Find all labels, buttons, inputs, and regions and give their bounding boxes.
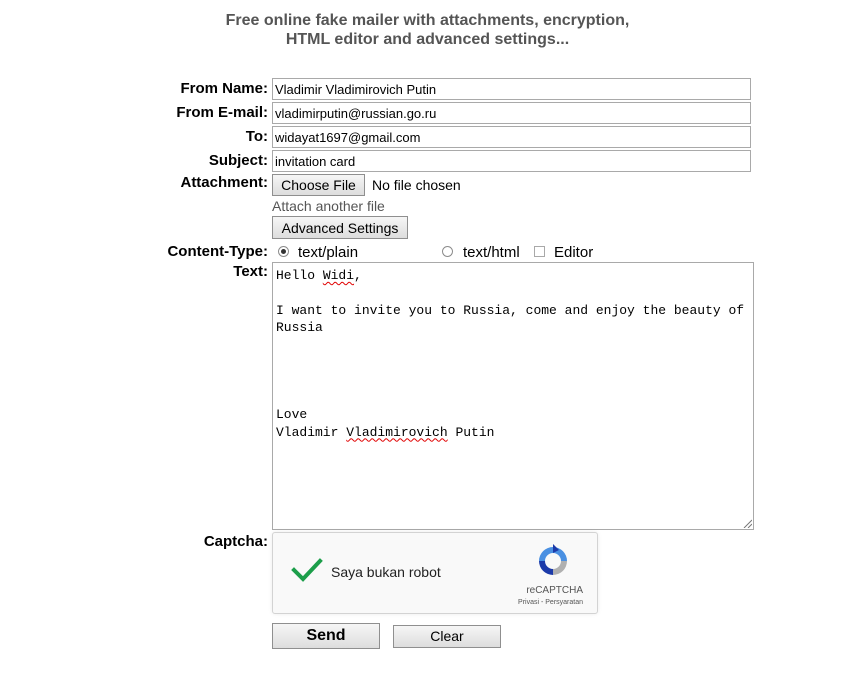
page-header: Free online fake mailer with attachments… bbox=[0, 11, 855, 49]
greeting-suffix: , bbox=[354, 268, 362, 283]
content-type-html-label: text/html bbox=[463, 244, 520, 261]
content-type-plain-radio[interactable] bbox=[278, 246, 289, 257]
attach-another-file-link[interactable]: Attach another file bbox=[272, 198, 385, 214]
to-label: To: bbox=[245, 128, 268, 145]
checkmark-icon[interactable] bbox=[291, 557, 323, 583]
from-name-label: From Name: bbox=[180, 80, 268, 97]
signature-middle: Vladimirovich bbox=[346, 424, 448, 440]
content-type-plain-label: text/plain bbox=[298, 244, 359, 261]
editor-label: Editor bbox=[554, 244, 594, 261]
captcha-checkbox-text: Saya bukan robot bbox=[331, 564, 441, 580]
from-name-input[interactable] bbox=[272, 78, 751, 100]
from-email-input[interactable] bbox=[272, 102, 751, 124]
greeting-name: Widi bbox=[322, 268, 355, 283]
advanced-settings-button[interactable]: Advanced Settings bbox=[272, 216, 408, 239]
attachment-label: Attachment: bbox=[180, 174, 268, 191]
content-type-html-radio[interactable] bbox=[442, 246, 453, 257]
signature-first: Vladimir bbox=[276, 424, 347, 440]
message-closing: Love bbox=[276, 407, 308, 423]
signature-last: Putin bbox=[447, 424, 495, 440]
subject-label: Subject: bbox=[208, 152, 268, 169]
no-file-chosen-text: No file chosen bbox=[372, 177, 461, 193]
content-type-label: Content-Type: bbox=[167, 243, 268, 260]
text-label: Text: bbox=[233, 263, 268, 280]
recaptcha-widget[interactable]: Saya bukan robot reCAPTCHA Privasi - Per… bbox=[272, 532, 598, 614]
from-email-label: From E-mail: bbox=[176, 104, 268, 121]
to-input[interactable] bbox=[272, 126, 751, 148]
message-textarea[interactable]: Hello Widi, I want to invite you to Russ… bbox=[272, 262, 754, 530]
choose-file-button[interactable]: Choose File bbox=[272, 174, 365, 196]
message-body: I want to invite you to Russia, come and… bbox=[276, 302, 752, 336]
subject-input[interactable] bbox=[272, 150, 751, 172]
greeting-prefix: Hello bbox=[276, 268, 323, 283]
recaptcha-logo-icon bbox=[539, 544, 567, 575]
captcha-label: Captcha: bbox=[203, 533, 268, 550]
editor-checkbox[interactable] bbox=[534, 246, 545, 257]
header-line-1: Free online fake mailer with attachments… bbox=[225, 12, 630, 29]
recaptcha-links[interactable]: Privasi - Persyaratan bbox=[518, 599, 583, 606]
recaptcha-brand: reCAPTCHA bbox=[526, 585, 583, 596]
resize-grip-icon[interactable] bbox=[742, 518, 752, 528]
clear-button[interactable]: Clear bbox=[393, 625, 501, 648]
header-line-2: HTML editor and advanced settings... bbox=[285, 31, 570, 48]
send-button[interactable]: Send bbox=[272, 623, 380, 649]
